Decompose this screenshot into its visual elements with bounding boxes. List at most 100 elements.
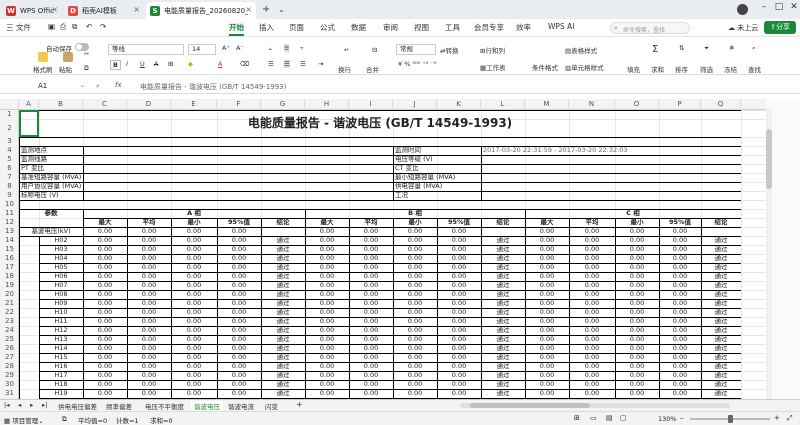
share-button[interactable]: ⇪分享 [764, 21, 796, 34]
harmonic-label[interactable]: H05 [39, 263, 83, 272]
data-cell[interactable]: 0.00 [349, 263, 393, 272]
data-cell[interactable]: 0.00 [393, 281, 437, 290]
data-cell[interactable]: 0.00 [659, 290, 701, 299]
sheet-nav-first-icon[interactable]: |◂ [4, 401, 9, 409]
data-cell[interactable]: 0.00 [437, 236, 481, 245]
row-header[interactable]: 10 [0, 200, 19, 209]
conclusion-cell[interactable]: 通过 [481, 245, 525, 254]
row-header[interactable]: 15 [0, 245, 19, 254]
conclusion-cell[interactable]: 通过 [261, 299, 305, 308]
data-cell[interactable]: 0.00 [569, 308, 615, 317]
sheet-title[interactable]: 电能质量报告 - 谐波电压 (GB/T 14549-1993) [19, 110, 741, 137]
data-cell[interactable]: 0.00 [659, 272, 701, 281]
data-cell[interactable]: 0.00 [393, 263, 437, 272]
data-cell[interactable]: 0.00 [305, 236, 349, 245]
view-pagebreak-icon[interactable]: ▭ [590, 414, 597, 422]
sub-header[interactable]: 平均 [569, 218, 615, 227]
data-cell[interactable]: 0.00 [659, 389, 701, 398]
menu-tab[interactable]: 工具 [445, 22, 460, 33]
data-cell[interactable]: 0.00 [393, 227, 437, 236]
data-cell[interactable]: 0.00 [525, 290, 569, 299]
info-label[interactable]: CT 变比 [393, 164, 481, 173]
data-cell[interactable]: 0.00 [349, 245, 393, 254]
select-all-corner[interactable] [0, 99, 19, 110]
harmonic-label[interactable]: H14 [39, 344, 83, 353]
data-cell[interactable]: 0.00 [217, 326, 261, 335]
data-cell[interactable]: 0.00 [525, 335, 569, 344]
conclusion-cell[interactable]: 通过 [701, 245, 741, 254]
data-cell[interactable]: 0.00 [127, 227, 171, 236]
data-cell[interactable]: 0.00 [569, 353, 615, 362]
data-cell[interactable]: 0.00 [349, 236, 393, 245]
data-cell[interactable]: 0.00 [127, 281, 171, 290]
preview-icon[interactable]: ⧉ [72, 22, 77, 32]
tab-close-icon[interactable]: × [245, 5, 252, 14]
view-normal-icon[interactable]: ⊞ [574, 414, 580, 422]
row-header[interactable]: 20 [0, 290, 19, 299]
sub-header[interactable]: 95%值 [437, 218, 481, 227]
data-cell[interactable]: 0.00 [615, 299, 659, 308]
row-header[interactable]: 14 [0, 236, 19, 245]
font-name-select[interactable]: 等线 [108, 44, 184, 55]
data-cell[interactable]: 0.00 [171, 380, 217, 389]
harmonic-label[interactable]: H08 [39, 290, 83, 299]
data-cell[interactable]: 0.00 [525, 263, 569, 272]
align-top-icon[interactable]: ⫠ [268, 44, 272, 53]
conclusion-cell[interactable]: 通过 [481, 308, 525, 317]
bold-button[interactable]: B [110, 60, 121, 70]
row-header[interactable]: 16 [0, 254, 19, 263]
tab-close-icon[interactable]: × [133, 5, 140, 14]
sub-header[interactable]: 平均 [349, 218, 393, 227]
data-cell[interactable]: 0.00 [305, 281, 349, 290]
data-cell[interactable]: 0.00 [615, 290, 659, 299]
wrap-button[interactable]: 换行 [338, 64, 351, 74]
sort-button[interactable]: 排序 [675, 64, 688, 74]
data-cell[interactable]: 0.00 [171, 254, 217, 263]
data-cell[interactable]: 0.00 [659, 281, 701, 290]
hscroll-thumb[interactable] [470, 403, 590, 408]
data-cell[interactable]: 0.00 [349, 389, 393, 398]
data-cell[interactable]: 0.00 [525, 299, 569, 308]
align-bottom-icon[interactable]: ⫟ [300, 44, 304, 53]
conclusion-cell[interactable]: 通过 [481, 236, 525, 245]
close-button[interactable]: ✕ [785, 2, 800, 16]
conclusion-cell[interactable]: 通过 [261, 290, 305, 299]
column-header[interactable]: C [83, 99, 127, 110]
avatar[interactable] [737, 4, 748, 15]
conclusion-cell[interactable]: 通过 [701, 299, 741, 308]
data-cell[interactable]: 0.00 [305, 245, 349, 254]
row-header[interactable]: 25 [0, 335, 19, 344]
info-label[interactable]: 基准短路容量 (MVA) [19, 173, 83, 182]
info-label[interactable]: 监测线路 [19, 155, 83, 164]
conclusion-cell[interactable]: 通过 [261, 317, 305, 326]
phase-a-header[interactable]: A 相 [83, 209, 305, 218]
conclusion-cell[interactable]: 通过 [701, 362, 741, 371]
conclusion-cell[interactable]: 通过 [261, 362, 305, 371]
align-center-icon[interactable]: ☰ [284, 60, 290, 68]
data-cell[interactable]: 0.00 [525, 362, 569, 371]
data-cell[interactable]: 0.00 [349, 299, 393, 308]
paste-button[interactable]: 粘贴 [59, 64, 72, 74]
row-header[interactable]: 6 [0, 164, 19, 173]
freeze-button[interactable]: 冻结 [724, 64, 737, 74]
data-cell[interactable]: 0.00 [217, 317, 261, 326]
data-cell[interactable]: 0.00 [659, 263, 701, 272]
new-tab-button[interactable]: + [262, 4, 270, 15]
tab-list-icon[interactable]: ⌄ [278, 5, 285, 14]
window-tab[interactable]: W WPS Office× [2, 2, 62, 19]
data-cell[interactable]: 0.00 [569, 227, 615, 236]
data-cell[interactable]: 0.00 [659, 227, 701, 236]
name-box[interactable]: A1 [38, 82, 47, 90]
conclusion-cell[interactable]: 通过 [261, 254, 305, 263]
data-cell[interactable]: 0.00 [615, 362, 659, 371]
formula-input[interactable]: 电能质量报告 - 谐波电压 (GB/T 14549-1993) [140, 82, 286, 92]
data-cell[interactable]: 0.00 [569, 344, 615, 353]
column-header[interactable]: D [127, 99, 171, 110]
data-cell[interactable]: 0.00 [659, 380, 701, 389]
data-cell[interactable]: 0.00 [525, 344, 569, 353]
data-cell[interactable]: 0.00 [615, 308, 659, 317]
sheet-tab[interactable]: 谐波电流 [228, 401, 254, 411]
conclusion-cell[interactable]: 通过 [701, 281, 741, 290]
data-cell[interactable]: 0.00 [437, 281, 481, 290]
data-cell[interactable]: 0.00 [83, 362, 127, 371]
